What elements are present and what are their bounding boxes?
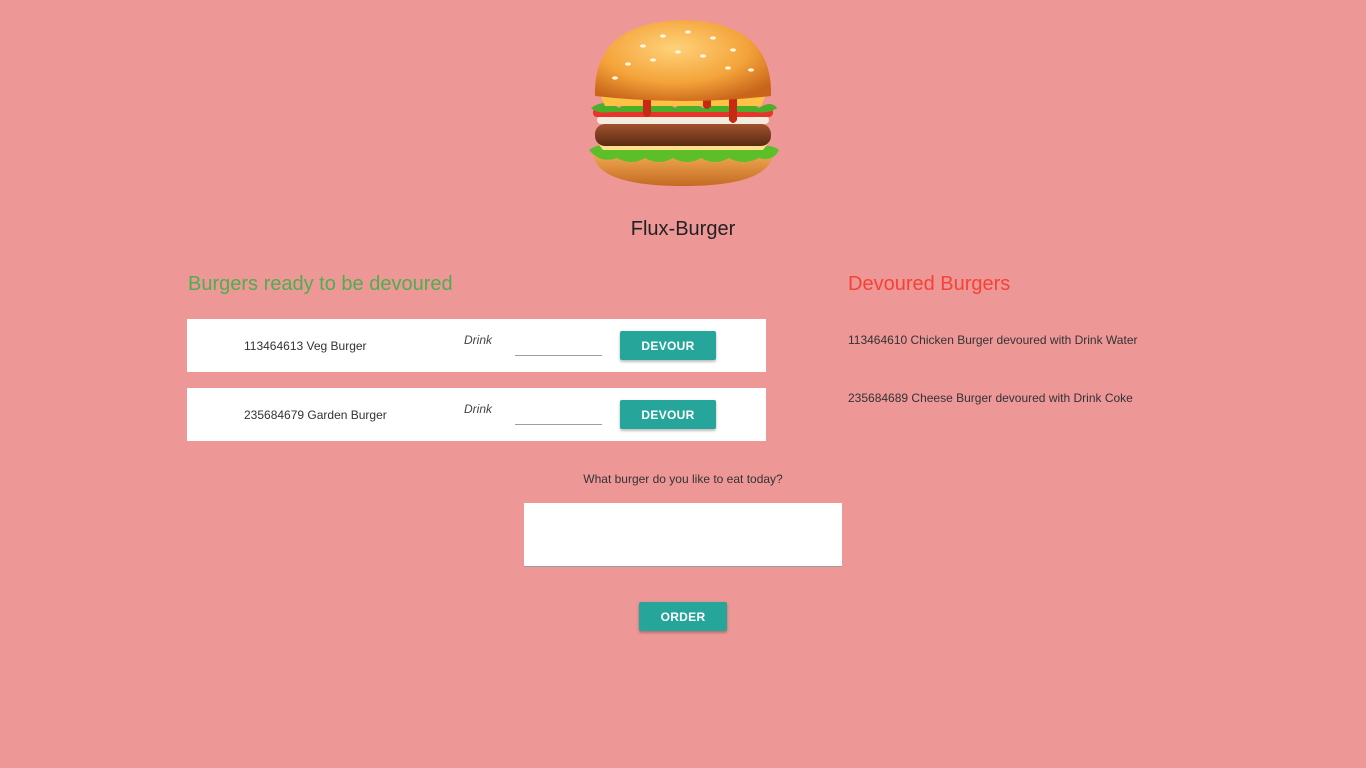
drink-input[interactable] <box>515 406 602 425</box>
drink-label: Drink <box>464 333 493 347</box>
burger-logo-icon <box>583 16 783 188</box>
order-prompt: What burger do you like to eat today? <box>583 472 783 486</box>
devoured-burger-item: 113464610 Chicken Burger devoured with D… <box>848 333 1138 347</box>
order-button[interactable]: ORDER <box>639 602 727 631</box>
ready-burger-card: 113464613 Veg Burger Drink DEVOUR <box>187 319 766 372</box>
app-title: Flux-Burger <box>630 218 736 240</box>
burger-name-textarea[interactable] <box>524 503 842 567</box>
devoured-burgers-heading: Devoured Burgers <box>848 273 1011 295</box>
ready-burger-card: 235684679 Garden Burger Drink DEVOUR <box>187 388 766 441</box>
devour-button[interactable]: DEVOUR <box>620 400 716 429</box>
devoured-burger-item: 235684689 Cheese Burger devoured with Dr… <box>848 391 1133 405</box>
burger-name: 235684679 Garden Burger <box>244 408 387 422</box>
drink-input[interactable] <box>515 337 602 356</box>
drink-label: Drink <box>464 402 493 416</box>
ready-burgers-heading: Burgers ready to be devoured <box>188 273 453 295</box>
devour-button[interactable]: DEVOUR <box>620 331 716 360</box>
burger-name: 113464613 Veg Burger <box>244 339 367 353</box>
